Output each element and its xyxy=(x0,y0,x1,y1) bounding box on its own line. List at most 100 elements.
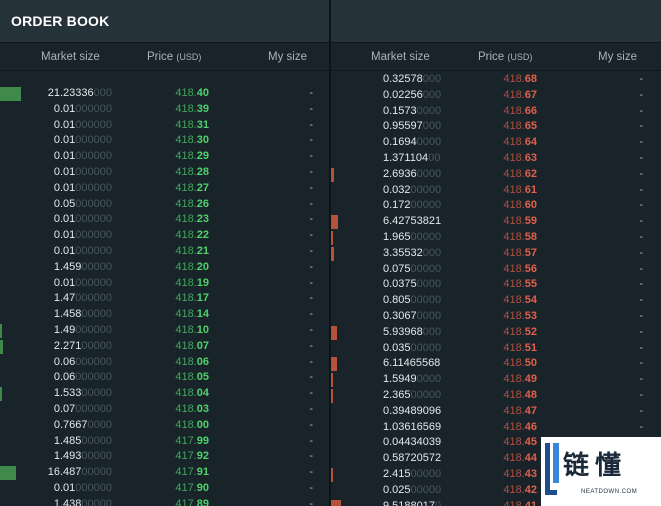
ask-order-row[interactable]: 3.35532000 418.57 - xyxy=(331,246,661,262)
ask-order-row[interactable]: 0.95597000 418.65 - xyxy=(331,119,661,135)
market-size-digits: 0.01 xyxy=(53,244,76,257)
market-size-value: 1.03616569 xyxy=(383,420,441,436)
price-decimals: 42 xyxy=(524,483,537,496)
price-integer: 418. xyxy=(175,197,197,210)
ask-order-row[interactable]: 2.36500000 418.48 - xyxy=(331,388,661,404)
ask-order-row[interactable]: 0.07500000 418.56 - xyxy=(331,262,661,278)
ask-order-row[interactable]: 0.30670000 418.53 - xyxy=(331,309,661,325)
ask-order-row[interactable]: 1.03616569 418.46 - xyxy=(331,420,661,436)
ask-order-row[interactable]: 0.32578000 418.68 - xyxy=(331,72,661,88)
market-size-value: 1.45800000 xyxy=(54,307,112,323)
my-size-value: - xyxy=(309,339,313,352)
ask-order-row[interactable]: 1.37110400 418.63 - xyxy=(331,151,661,167)
price-decimals: 39 xyxy=(196,102,209,115)
my-size-header[interactable]: My size xyxy=(598,51,637,63)
ask-depth-bar xyxy=(331,246,334,261)
price-value: 417.91 xyxy=(175,465,209,481)
my-size-value: - xyxy=(639,230,643,243)
bid-order-row[interactable]: 1.49000000 418.10 - xyxy=(0,323,329,339)
bid-order-row[interactable]: 0.01000000 418.29 - xyxy=(0,149,329,165)
bid-order-row[interactable]: 1.49300000 417.92 - xyxy=(0,449,329,465)
bid-order-row[interactable]: 0.01000000 418.19 - xyxy=(0,276,329,292)
ask-order-row[interactable]: 5.93968000 418.52 - xyxy=(331,325,661,341)
bid-order-row[interactable]: 0.05000000 418.26 - xyxy=(0,197,329,213)
ask-order-row[interactable]: 1.96500000 418.58 - xyxy=(331,230,661,246)
my-size-header[interactable]: My size xyxy=(268,51,307,63)
ask-order-row[interactable]: 0.39489096 418.47 - xyxy=(331,404,661,420)
my-size-value: - xyxy=(639,420,643,433)
bid-order-row[interactable]: 0.01000000 418.39 - xyxy=(0,102,329,118)
market-size-digits: 0.01 xyxy=(53,118,76,131)
price-decimals: 64 xyxy=(524,136,537,149)
price-value: 418.43 xyxy=(503,467,537,483)
ask-order-row[interactable]: 6.42753821 418.59 - xyxy=(331,214,661,230)
ask-order-row[interactable]: 0.03200000 418.61 - xyxy=(331,183,661,199)
price-header[interactable]: Price (USD) xyxy=(478,51,532,63)
market-size-value: 0.58720572 xyxy=(383,451,441,467)
price-integer: 418. xyxy=(503,294,525,307)
ask-order-row[interactable]: 2.69360000 418.62 - xyxy=(331,167,661,183)
market-size-digits: 0.04434039 xyxy=(383,436,442,449)
ask-order-row[interactable]: 0.17200000 418.60 - xyxy=(331,198,661,214)
price-integer: 418. xyxy=(503,388,525,401)
market-size-padding: 000000 xyxy=(75,481,112,494)
price-decimals: 58 xyxy=(524,230,537,243)
bid-order-row[interactable]: 0.01000000 418.28 - xyxy=(0,165,329,181)
bid-order-row[interactable]: 1.45900000 418.20 - xyxy=(0,260,329,276)
ask-panel: Market size Price (USD) My size 0.325780… xyxy=(331,0,661,506)
bid-order-row[interactable]: 1.48500000 417.99 - xyxy=(0,434,329,450)
bid-order-row[interactable]: 1.47000000 418.17 - xyxy=(0,291,329,307)
bid-order-row[interactable]: 1.43800000 417.89 - xyxy=(0,497,329,506)
ask-order-row[interactable]: 0.16940000 418.64 - xyxy=(331,135,661,151)
bid-order-row[interactable]: 16.48700000 417.91 - xyxy=(0,465,329,481)
price-decimals: 53 xyxy=(524,309,537,322)
price-integer: 418. xyxy=(175,244,197,257)
bid-order-row[interactable]: 0.01000000 418.22 - xyxy=(0,228,329,244)
bid-order-row[interactable]: 0.01000000 417.90 - xyxy=(0,481,329,497)
price-integer: 418. xyxy=(175,260,197,273)
price-value: 418.64 xyxy=(503,135,537,151)
price-header[interactable]: Price (USD) xyxy=(147,51,201,63)
price-integer: 418. xyxy=(175,418,197,431)
market-size-padding: 00000 xyxy=(81,260,112,273)
bid-order-row[interactable]: 0.01000000 418.23 - xyxy=(0,212,329,228)
bid-order-row[interactable]: 0.06000000 418.06 - xyxy=(0,355,329,371)
bid-order-row[interactable]: 1.45800000 418.14 - xyxy=(0,307,329,323)
ask-order-row[interactable]: 0.03750000 418.55 - xyxy=(331,277,661,293)
price-integer: 418. xyxy=(503,499,525,506)
bid-order-row[interactable]: 0.01000000 418.31 - xyxy=(0,118,329,134)
bid-order-row[interactable]: 0.06000000 418.05 - xyxy=(0,370,329,386)
market-size-digits: 0.172 xyxy=(383,199,411,212)
market-size-padding: 00000 xyxy=(410,262,442,275)
ask-order-row[interactable]: 0.15730000 418.66 - xyxy=(331,104,661,120)
market-size-value: 2.69360000 xyxy=(383,167,441,183)
ask-order-row[interactable]: 0.03500000 418.51 - xyxy=(331,341,661,357)
bid-order-row[interactable]: 0.01000000 418.30 - xyxy=(0,133,329,149)
market-size-digits: 2.6936 xyxy=(383,167,417,180)
market-size-header[interactable]: Market size xyxy=(371,51,430,63)
price-decimals: 20 xyxy=(196,260,209,273)
market-size-padding: 000 xyxy=(422,325,442,338)
ask-order-row[interactable]: 0.02256000 418.67 - xyxy=(331,88,661,104)
bid-order-row[interactable]: 0.07000000 418.03 - xyxy=(0,402,329,418)
market-size-value: 1.53300000 xyxy=(54,386,112,402)
bid-order-row[interactable]: 2.27100000 418.07 - xyxy=(0,339,329,355)
market-size-padding: 0 xyxy=(435,499,442,506)
market-size-header[interactable]: Market size xyxy=(41,51,100,63)
price-decimals: 14 xyxy=(196,308,209,321)
ask-order-row[interactable]: 1.59490000 418.49 - xyxy=(331,372,661,388)
price-value: 418.50 xyxy=(503,356,537,372)
price-integer: 418. xyxy=(503,104,525,117)
price-value: 418.57 xyxy=(503,246,537,262)
price-integer: 418. xyxy=(175,355,197,368)
bid-order-row[interactable]: 0.01000000 418.21 - xyxy=(0,244,329,260)
bid-order-row[interactable]: 21.23336000 418.40 - xyxy=(0,86,329,102)
bid-order-row[interactable]: 0.76670000 418.00 - xyxy=(0,418,329,434)
bid-order-row[interactable]: 0.01000000 418.27 - xyxy=(0,181,329,197)
bid-order-row[interactable]: 1.53300000 418.04 - xyxy=(0,386,329,402)
ask-order-row[interactable]: 6.11465568 418.50 - xyxy=(331,356,661,372)
market-size-value: 0.06000000 xyxy=(54,355,112,371)
market-size-padding: 0000 xyxy=(416,278,442,291)
price-integer: 418. xyxy=(175,371,197,384)
ask-order-row[interactable]: 0.80500000 418.54 - xyxy=(331,293,661,309)
